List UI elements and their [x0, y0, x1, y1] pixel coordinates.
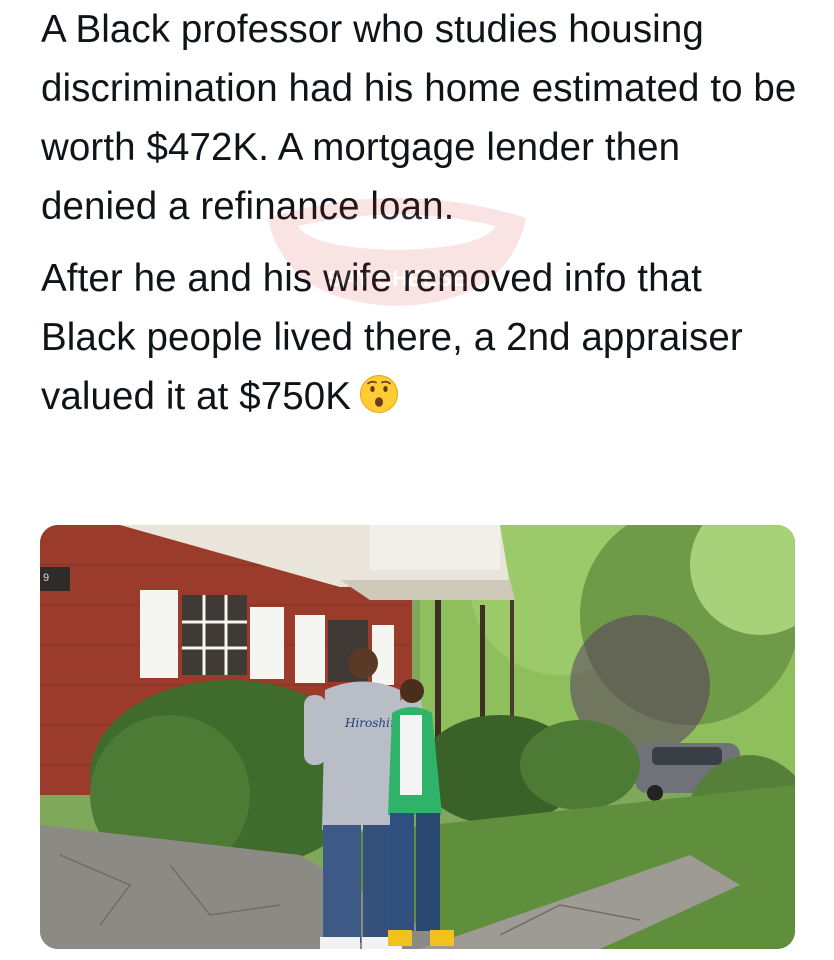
- hushed-face-emoji-icon: [360, 375, 399, 413]
- house-number: 9: [43, 572, 49, 584]
- tweet-text: A Black professor who studies housing di…: [41, 0, 801, 426]
- post-photo[interactable]: 9 Hiroshima: [40, 525, 795, 949]
- couple-house-photo: 9 Hiroshima: [40, 525, 795, 949]
- tweet-paragraph-2: After he and his wife removed info that …: [41, 249, 801, 426]
- tweet-paragraph-1: A Black professor who studies housing di…: [41, 8, 797, 228]
- tweet-post: A Black professor who studies housing di…: [0, 0, 834, 960]
